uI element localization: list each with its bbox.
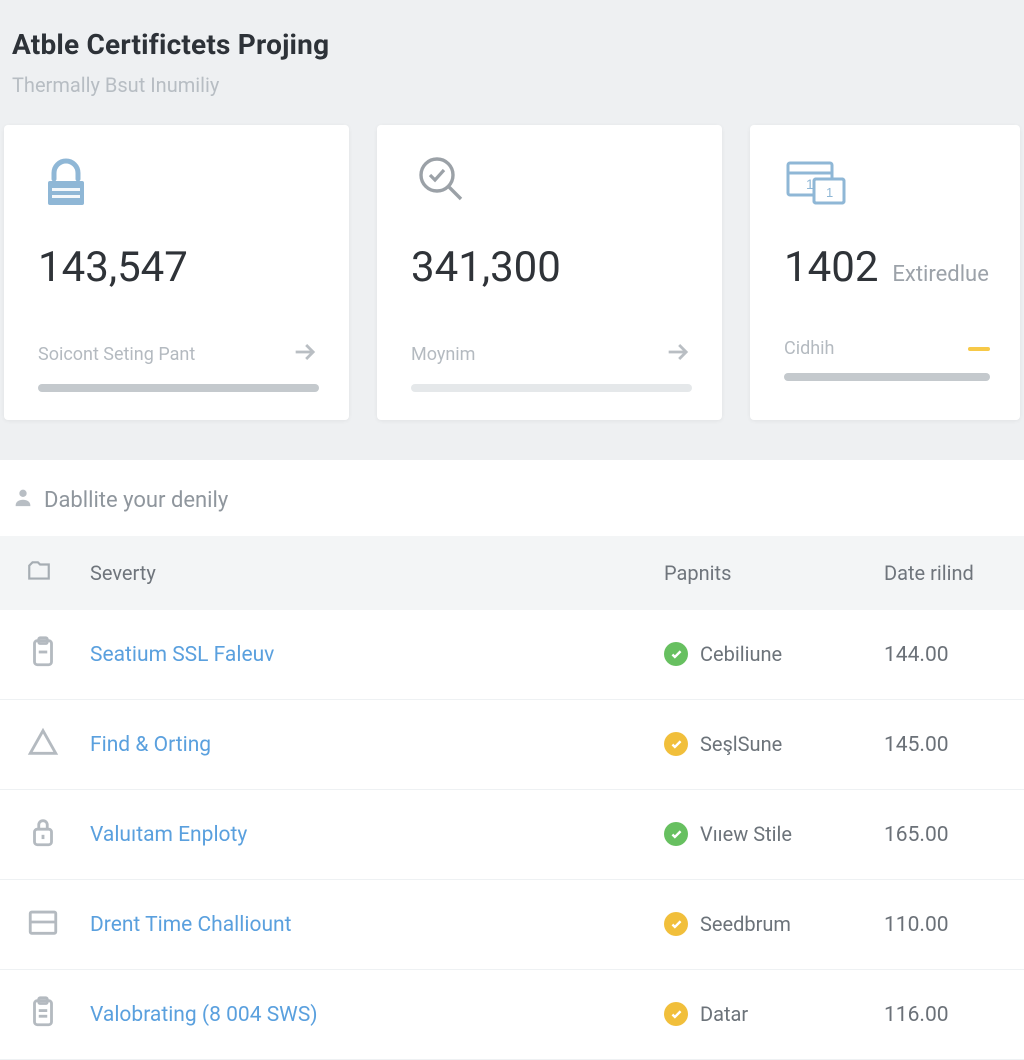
page-title: Atble Certifictets Projing (12, 28, 1012, 61)
svg-text:1: 1 (806, 176, 814, 192)
stat-card-1: 143,547 Soicont Seting Pant (4, 125, 349, 420)
accent-dash-icon (968, 347, 990, 351)
stat-card-3: 1 1 1402 Extiredlue Cidhih (750, 125, 1020, 420)
windows-icon: 1 1 (784, 149, 990, 211)
triangle-icon (0, 725, 90, 765)
stat-value-1: 143,547 (38, 243, 188, 292)
row-papnits: Cebiliune (700, 642, 782, 666)
window-icon (0, 905, 90, 945)
stat-footer-2[interactable]: Moynim (411, 338, 692, 370)
row-date: 145.00 (884, 733, 949, 757)
svg-text:1: 1 (826, 185, 833, 200)
stat-value-3: 1402 (784, 243, 878, 292)
table-title-label: Dabllite your denily (44, 488, 228, 513)
table-header: Severty Papnits Date rilind (0, 536, 1024, 610)
row-severity-link[interactable]: Seatium SSL Faleuv (90, 643, 274, 667)
table-row[interactable]: Valuıtam Enploty Vııew Stile 165.00 (0, 790, 1024, 880)
stat-card-2: 341,300 Moynim (377, 125, 722, 420)
col-severity-header[interactable]: Severty (90, 561, 664, 585)
col-papnits-header[interactable]: Papnits (664, 561, 884, 585)
row-papnits: SeşlSune (700, 732, 782, 756)
table-row[interactable]: Find & Orting SeşlSune 145.00 (0, 700, 1024, 790)
row-severity-link[interactable]: Find & Orting (90, 733, 211, 757)
stat-progress-2 (411, 384, 692, 392)
stat-suffix-3: Extiredlue (892, 262, 988, 287)
row-papnits: Vııew Stile (700, 822, 792, 846)
lock2-icon (0, 815, 90, 855)
status-dot-icon (664, 642, 688, 666)
row-date: 144.00 (884, 643, 949, 667)
stat-footer-1[interactable]: Soicont Seting Pant (38, 338, 319, 370)
status-dot-icon (664, 1002, 688, 1026)
badge-icon (0, 635, 90, 675)
table-row[interactable]: Valobrating (8 004 SWS) Datar 116.00 (0, 970, 1024, 1060)
col-date-header[interactable]: Date rilind (884, 561, 1024, 585)
stat-footer-label-1: Soicont Seting Pant (38, 344, 195, 365)
user-icon (12, 486, 34, 514)
status-dot-icon (664, 912, 688, 936)
row-papnits: Datar (700, 1002, 748, 1026)
stat-footer-3[interactable]: Cidhih (784, 338, 990, 359)
stat-progress-1 (38, 384, 319, 392)
row-date: 116.00 (884, 1003, 949, 1027)
stat-footer-label-2: Moynim (411, 344, 475, 365)
arrow-right-icon (291, 338, 319, 370)
clipboard-icon (0, 995, 90, 1035)
stat-progress-3 (784, 373, 990, 381)
row-severity-link[interactable]: Valuıtam Enploty (90, 823, 247, 847)
stat-value-2: 341,300 (411, 243, 561, 292)
row-severity-link[interactable]: Valobrating (8 004 SWS) (90, 1003, 318, 1027)
row-date: 165.00 (884, 823, 949, 847)
status-dot-icon (664, 732, 688, 756)
arrow-right-icon (664, 338, 692, 370)
row-severity-link[interactable]: Drent Time Challiount (90, 913, 292, 937)
table-row[interactable]: Seatium SSL Faleuv Cebiliune 144.00 (0, 610, 1024, 700)
table-row[interactable]: Drent Time Challiount Seedbrum 110.00 (0, 880, 1024, 970)
col-icon-header (0, 558, 90, 589)
status-dot-icon (664, 822, 688, 846)
table-title: Dabllite your denily (0, 460, 1024, 536)
lock-icon (38, 149, 319, 211)
row-papnits: Seedbrum (700, 912, 791, 936)
row-date: 110.00 (884, 913, 949, 937)
stat-footer-label-3: Cidhih (784, 338, 834, 359)
page-subtitle: Thermally Bsut Inumiliy (12, 73, 1012, 97)
magnify-check-icon (411, 149, 692, 211)
